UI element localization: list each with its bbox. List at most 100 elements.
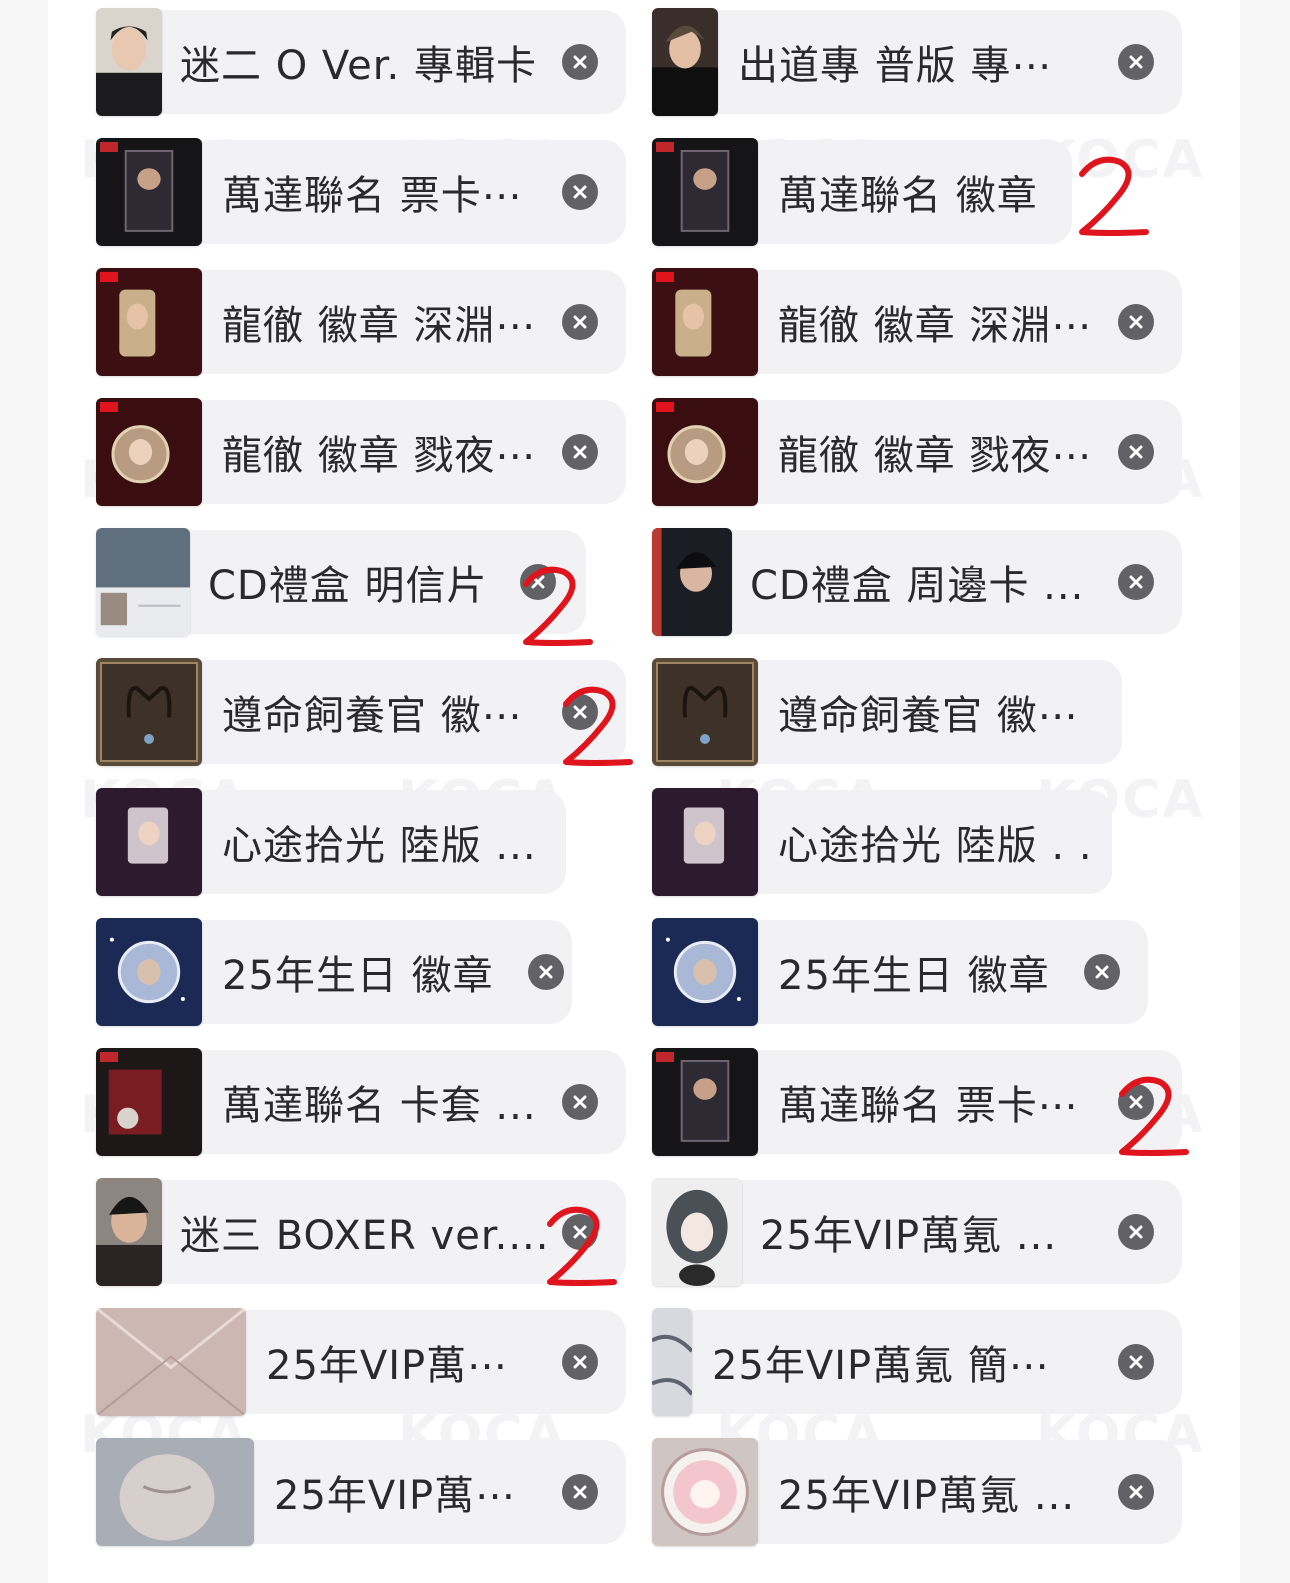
close-icon <box>1129 1355 1143 1369</box>
item-thumbnail <box>652 1178 742 1286</box>
close-icon <box>573 1485 587 1499</box>
item-label: 25年VIP萬⋯ <box>266 1343 509 1389</box>
item-chip[interactable]: 25年生日 徽章 <box>96 918 572 1026</box>
item-label: 25年VIP萬氪 ... <box>778 1473 1076 1519</box>
item-thumbnail <box>96 268 202 376</box>
close-icon <box>1095 965 1109 979</box>
item-label: 萬達聯名 票卡⋯ <box>222 173 523 219</box>
remove-item-button[interactable] <box>562 1084 598 1120</box>
remove-item-button[interactable] <box>562 694 598 730</box>
item-chip[interactable]: 心途拾光 陸版 ... <box>96 788 566 896</box>
item-chip[interactable]: 25年生日 徽章 <box>652 918 1148 1026</box>
item-label: 遵命飼養官 徽⋯ <box>778 693 1079 739</box>
item-thumbnail <box>96 788 202 896</box>
close-icon <box>1129 445 1143 459</box>
item-label: 龍徹 徽章 深淵⋯ <box>222 303 537 349</box>
remove-item-button[interactable] <box>1118 1214 1154 1250</box>
close-icon <box>1129 1095 1143 1109</box>
close-icon <box>531 575 545 589</box>
item-label: 龍徹 徽章 深淵⋯ <box>778 303 1093 349</box>
item-chip[interactable]: 龍徹 徽章 戮夜⋯ <box>652 398 1182 506</box>
item-label: 迷三 BOXER ver.... <box>180 1213 550 1259</box>
remove-item-button[interactable] <box>1118 1344 1154 1380</box>
item-chip[interactable]: 萬達聯名 卡套 ... <box>96 1048 626 1156</box>
item-chip[interactable]: 龍徹 徽章 深淵⋯ <box>652 268 1182 376</box>
item-chip[interactable]: 心途拾光 陸版 . . <box>652 788 1112 896</box>
item-chip[interactable]: 萬達聯名 徽章 <box>652 138 1072 246</box>
item-chip[interactable]: 龍徹 徽章 戮夜⋯ <box>96 398 626 506</box>
remove-item-button[interactable] <box>1118 304 1154 340</box>
item-thumbnail <box>96 138 202 246</box>
item-label: 遵命飼養官 徽⋯ <box>222 693 523 739</box>
item-label: 心途拾光 陸版 ... <box>222 823 537 869</box>
remove-item-button[interactable] <box>562 44 598 80</box>
item-thumbnail <box>652 1438 758 1546</box>
item-chip[interactable]: 遵命飼養官 徽⋯ <box>96 658 626 766</box>
close-icon <box>573 1225 587 1239</box>
remove-item-button[interactable] <box>562 1214 598 1250</box>
item-label: 迷二 O Ver. 專輯卡 <box>180 43 537 89</box>
remove-item-button[interactable] <box>562 1474 598 1510</box>
remove-item-button[interactable] <box>562 1344 598 1380</box>
item-thumbnail <box>652 1308 692 1416</box>
remove-item-button[interactable] <box>1118 1474 1154 1510</box>
item-chip[interactable]: CD禮盒 周邊卡 ... <box>652 528 1182 636</box>
remove-item-button[interactable] <box>562 174 598 210</box>
item-thumbnail <box>652 918 758 1026</box>
item-chip[interactable]: 25年VIP萬氪 ... <box>652 1178 1182 1286</box>
close-icon <box>573 1095 587 1109</box>
item-thumbnail <box>96 658 202 766</box>
item-thumbnail <box>652 528 732 636</box>
item-thumbnail <box>652 658 758 766</box>
item-chip[interactable]: 25年VIP萬⋯ <box>96 1308 626 1416</box>
item-thumbnail <box>652 8 718 116</box>
item-chip[interactable]: 迷二 O Ver. 專輯卡 <box>96 8 626 116</box>
item-chip[interactable]: CD禮盒 明信片 <box>96 528 586 636</box>
item-chip[interactable]: 25年VIP萬氪 簡⋯ <box>652 1308 1182 1416</box>
item-thumbnail <box>96 8 162 116</box>
item-thumbnail <box>96 1438 254 1546</box>
remove-item-button[interactable] <box>1118 434 1154 470</box>
item-chip[interactable]: 龍徹 徽章 深淵⋯ <box>96 268 626 376</box>
close-icon <box>573 315 587 329</box>
close-icon <box>1129 1485 1143 1499</box>
item-thumbnail <box>96 398 202 506</box>
item-chip[interactable]: 25年VIP萬氪 ... <box>652 1438 1182 1546</box>
item-thumbnail <box>652 1048 758 1156</box>
close-icon <box>1129 1225 1143 1239</box>
item-thumbnail <box>96 1178 162 1286</box>
remove-item-button[interactable] <box>1084 954 1120 990</box>
item-thumbnail <box>652 138 758 246</box>
item-label: 萬達聯名 卡套 ... <box>222 1083 537 1129</box>
item-label: 萬達聯名 票卡⋯ <box>778 1083 1079 1129</box>
item-thumbnail <box>96 528 190 636</box>
item-thumbnail <box>652 268 758 376</box>
remove-item-button[interactable] <box>1118 564 1154 600</box>
remove-item-button[interactable] <box>528 954 564 990</box>
close-icon <box>573 705 587 719</box>
item-label: 萬達聯名 徽章 <box>778 173 1038 219</box>
item-chip[interactable]: 出道專 普版 專⋯ <box>652 8 1182 116</box>
item-label: CD禮盒 明信片 <box>208 563 488 609</box>
remove-item-button[interactable] <box>1118 44 1154 80</box>
item-label: 龍徹 徽章 戮夜⋯ <box>222 433 537 479</box>
close-icon <box>539 965 553 979</box>
close-icon <box>573 1355 587 1369</box>
item-thumbnail <box>96 918 202 1026</box>
remove-item-button[interactable] <box>1118 1084 1154 1120</box>
remove-item-button[interactable] <box>562 304 598 340</box>
item-chip[interactable]: 遵命飼養官 徽⋯ <box>652 658 1122 766</box>
remove-item-button[interactable] <box>562 434 598 470</box>
item-chip[interactable]: 萬達聯名 票卡⋯ <box>652 1048 1182 1156</box>
item-chip[interactable]: 25年VIP萬⋯ <box>96 1438 626 1546</box>
close-icon <box>573 55 587 69</box>
close-icon <box>1129 315 1143 329</box>
item-thumbnail <box>652 398 758 506</box>
close-icon <box>1129 55 1143 69</box>
item-chip[interactable]: 萬達聯名 票卡⋯ <box>96 138 626 246</box>
item-label: 25年生日 徽章 <box>222 953 494 999</box>
remove-item-button[interactable] <box>520 564 556 600</box>
item-label: 25年VIP萬⋯ <box>274 1473 517 1519</box>
item-chip[interactable]: 迷三 BOXER ver.... <box>96 1178 626 1286</box>
item-label: 25年生日 徽章 <box>778 953 1050 999</box>
